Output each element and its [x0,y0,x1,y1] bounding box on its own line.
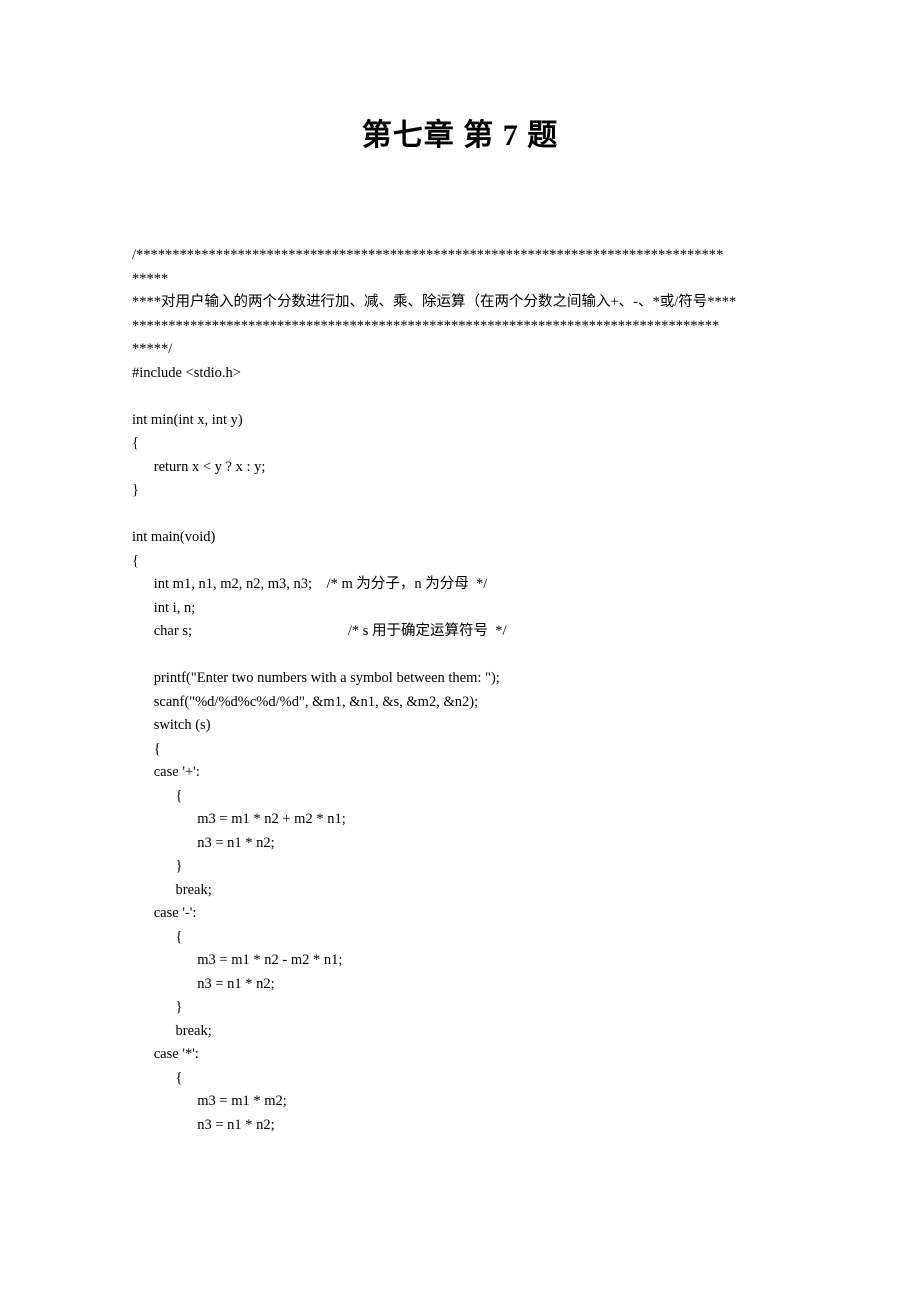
code-block: /***************************************… [132,244,788,1137]
page-title: 第七章 第 7 题 [132,110,788,154]
document-page: 第七章 第 7 题 /*****************************… [0,0,920,1197]
